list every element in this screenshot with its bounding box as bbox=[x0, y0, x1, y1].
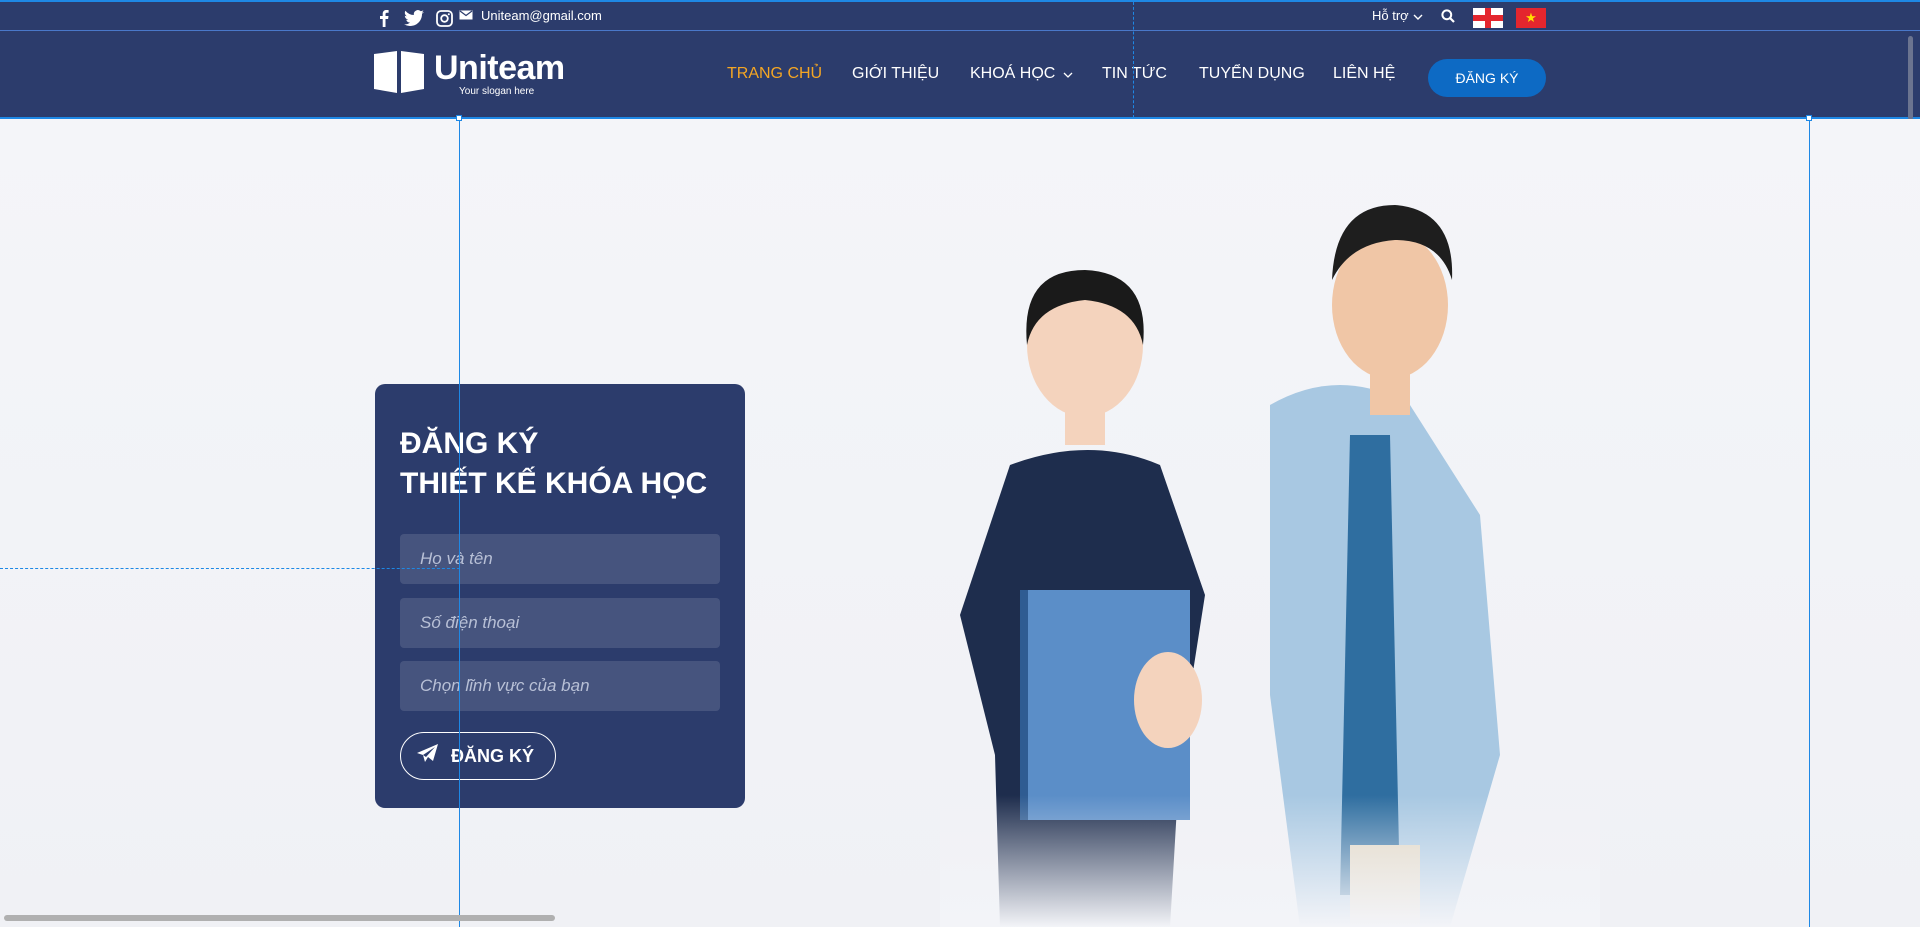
logo-name: Uniteam bbox=[434, 49, 565, 87]
logo-slogan: Your slogan here bbox=[459, 86, 535, 97]
editor-guide-horizontal bbox=[0, 568, 460, 569]
contact-email[interactable]: Uniteam@gmail.com bbox=[459, 8, 602, 23]
nav-item-tuyen-dung[interactable]: TUYỂN DỤNG bbox=[1199, 65, 1305, 83]
phone-input[interactable]: Số điện thoại bbox=[400, 598, 720, 648]
instagram-icon[interactable] bbox=[434, 8, 454, 28]
support-label: Hỗ trợ bbox=[1372, 8, 1409, 23]
english-flag-icon[interactable] bbox=[1473, 8, 1503, 28]
form-title-line1: ĐĂNG KÝ bbox=[400, 427, 539, 460]
nav-item-gioi-thieu[interactable]: GIỚI THIỆU bbox=[852, 65, 939, 83]
main-header: Uniteam Your slogan here TRANG CHỦ GIỚI … bbox=[0, 31, 1920, 120]
vietnam-flag-icon[interactable]: ★ bbox=[1516, 8, 1546, 28]
facebook-icon[interactable] bbox=[374, 8, 394, 28]
submit-register-button[interactable]: ĐĂNG KÝ bbox=[400, 732, 556, 780]
social-links bbox=[374, 8, 454, 28]
paper-plane-icon bbox=[417, 743, 439, 769]
support-dropdown[interactable]: Hỗ trợ bbox=[1372, 8, 1423, 23]
resize-handle[interactable] bbox=[1806, 115, 1812, 121]
search-icon[interactable] bbox=[1441, 9, 1455, 28]
field-select[interactable]: Chọn lĩnh vực của bạn bbox=[400, 661, 720, 711]
nav-item-label: KHOÁ HỌC bbox=[970, 65, 1056, 82]
editor-guide-left bbox=[459, 119, 460, 927]
vertical-scrollbar[interactable] bbox=[1908, 36, 1913, 120]
name-input[interactable]: Họ và tên bbox=[400, 534, 720, 584]
submit-label: ĐĂNG KÝ bbox=[451, 745, 535, 766]
resize-handle[interactable] bbox=[456, 115, 462, 121]
nav-item-khoa-hoc[interactable]: KHOÁ HỌC bbox=[970, 65, 1073, 83]
form-title-line2: THIẾT KẾ KHÓA HỌC bbox=[400, 467, 708, 500]
register-button[interactable]: ĐĂNG KÝ bbox=[1428, 59, 1546, 97]
form-title: ĐĂNG KÝ THIẾT KẾ KHÓA HỌC bbox=[400, 424, 707, 504]
editor-guide-center bbox=[1133, 2, 1135, 118]
editor-guide-right bbox=[1809, 119, 1810, 927]
email-text: Uniteam@gmail.com bbox=[481, 8, 602, 23]
top-utility-bar: Uniteam@gmail.com Hỗ trợ ★ bbox=[0, 0, 1920, 31]
nav-item-trang-chu[interactable]: TRANG CHỦ bbox=[727, 65, 822, 83]
chevron-down-icon bbox=[1413, 8, 1423, 23]
nav-item-lien-he[interactable]: LIÊN HỆ bbox=[1333, 65, 1395, 83]
horizontal-scrollbar[interactable] bbox=[4, 915, 555, 921]
students-photo bbox=[940, 195, 1600, 927]
register-form-card: ĐĂNG KÝ THIẾT KẾ KHÓA HỌC Họ và tên Số đ… bbox=[375, 384, 745, 808]
twitter-icon[interactable] bbox=[404, 8, 424, 28]
logo[interactable]: Uniteam Your slogan here bbox=[374, 51, 565, 98]
chevron-down-icon bbox=[1063, 65, 1073, 83]
book-icon bbox=[374, 51, 424, 98]
mail-icon bbox=[459, 8, 473, 23]
